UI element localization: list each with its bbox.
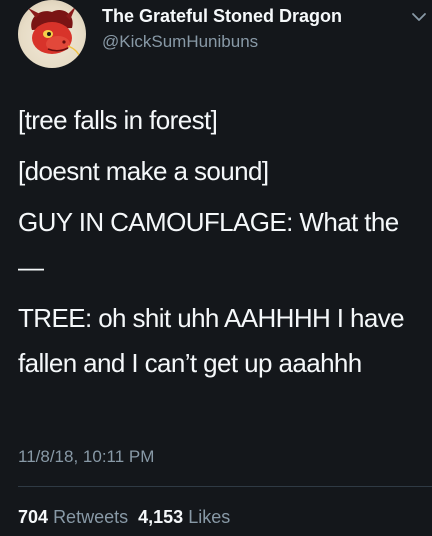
chevron-down-icon[interactable] [410,10,428,24]
retweets-label: Retweets [53,507,129,527]
dragon-avatar-icon [28,6,81,59]
tweet-stats: 704 Retweets 4,153 Likes [18,507,230,528]
likes-count: 4,153 [138,507,184,527]
tweet-header: The Grateful Stoned Dragon @KickSumHunib… [18,0,426,72]
retweets-stat[interactable]: 704 Retweets [18,507,128,527]
likes-label: Likes [188,507,231,527]
divider [18,486,432,487]
tweet-line: GUY IN CAMOUFLAGE: What the— [18,207,399,282]
tweet-timestamp[interactable]: 11/8/18, 10:11 PM [18,447,154,467]
tweet-text: [tree falls in forest] [doesnt make a so… [18,98,418,392]
user-handle[interactable]: @KickSumHunibuns [102,32,258,52]
retweets-count: 704 [18,507,49,527]
display-name[interactable]: The Grateful Stoned Dragon [102,6,342,27]
avatar[interactable] [18,0,86,68]
likes-stat[interactable]: 4,153 Likes [138,507,230,527]
tweet-line: TREE: oh shit uhh AAHHHH I have fallen a… [18,303,405,378]
tweet-line: [doesnt make a sound] [18,156,269,186]
tweet-line: [tree falls in forest] [18,105,218,135]
tweet-card: The Grateful Stoned Dragon @KickSumHunib… [0,0,432,536]
